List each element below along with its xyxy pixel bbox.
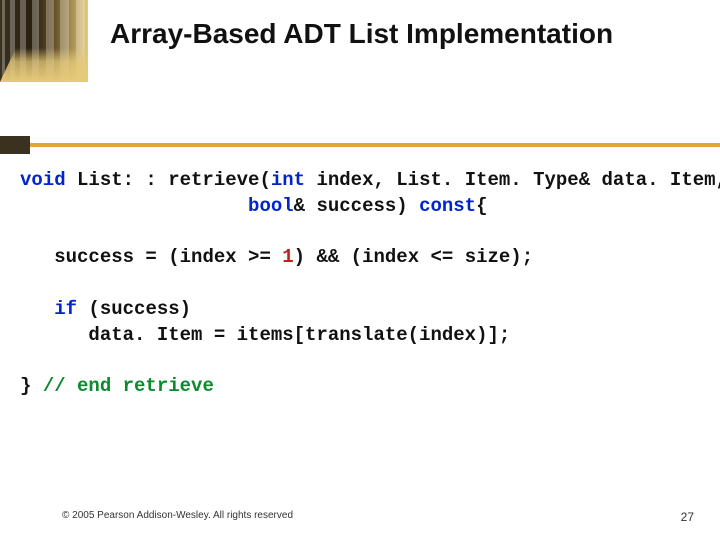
code-line-6: } // end retrieve: [20, 374, 700, 400]
code-line-5: data. Item = items[translate(index)];: [20, 323, 700, 349]
code-line-2: bool& success) const{: [20, 194, 700, 220]
code-block: void List: : retrieve(int index, List. I…: [20, 168, 700, 400]
copyright-text: © 2005 Pearson Addison-Wesley. All right…: [62, 510, 293, 524]
page-number: 27: [681, 510, 694, 524]
code-line-4: if (success): [20, 297, 700, 323]
accent-rule: [0, 136, 720, 156]
decor-graphic: [0, 0, 88, 82]
code-line-1: void List: : retrieve(int index, List. I…: [20, 168, 700, 194]
slide-title: Array-Based ADT List Implementation: [110, 18, 700, 50]
code-line-3: success = (index >= 1) && (index <= size…: [20, 245, 700, 271]
slide-header: Array-Based ADT List Implementation: [0, 0, 720, 82]
slide-footer: © 2005 Pearson Addison-Wesley. All right…: [62, 510, 694, 524]
